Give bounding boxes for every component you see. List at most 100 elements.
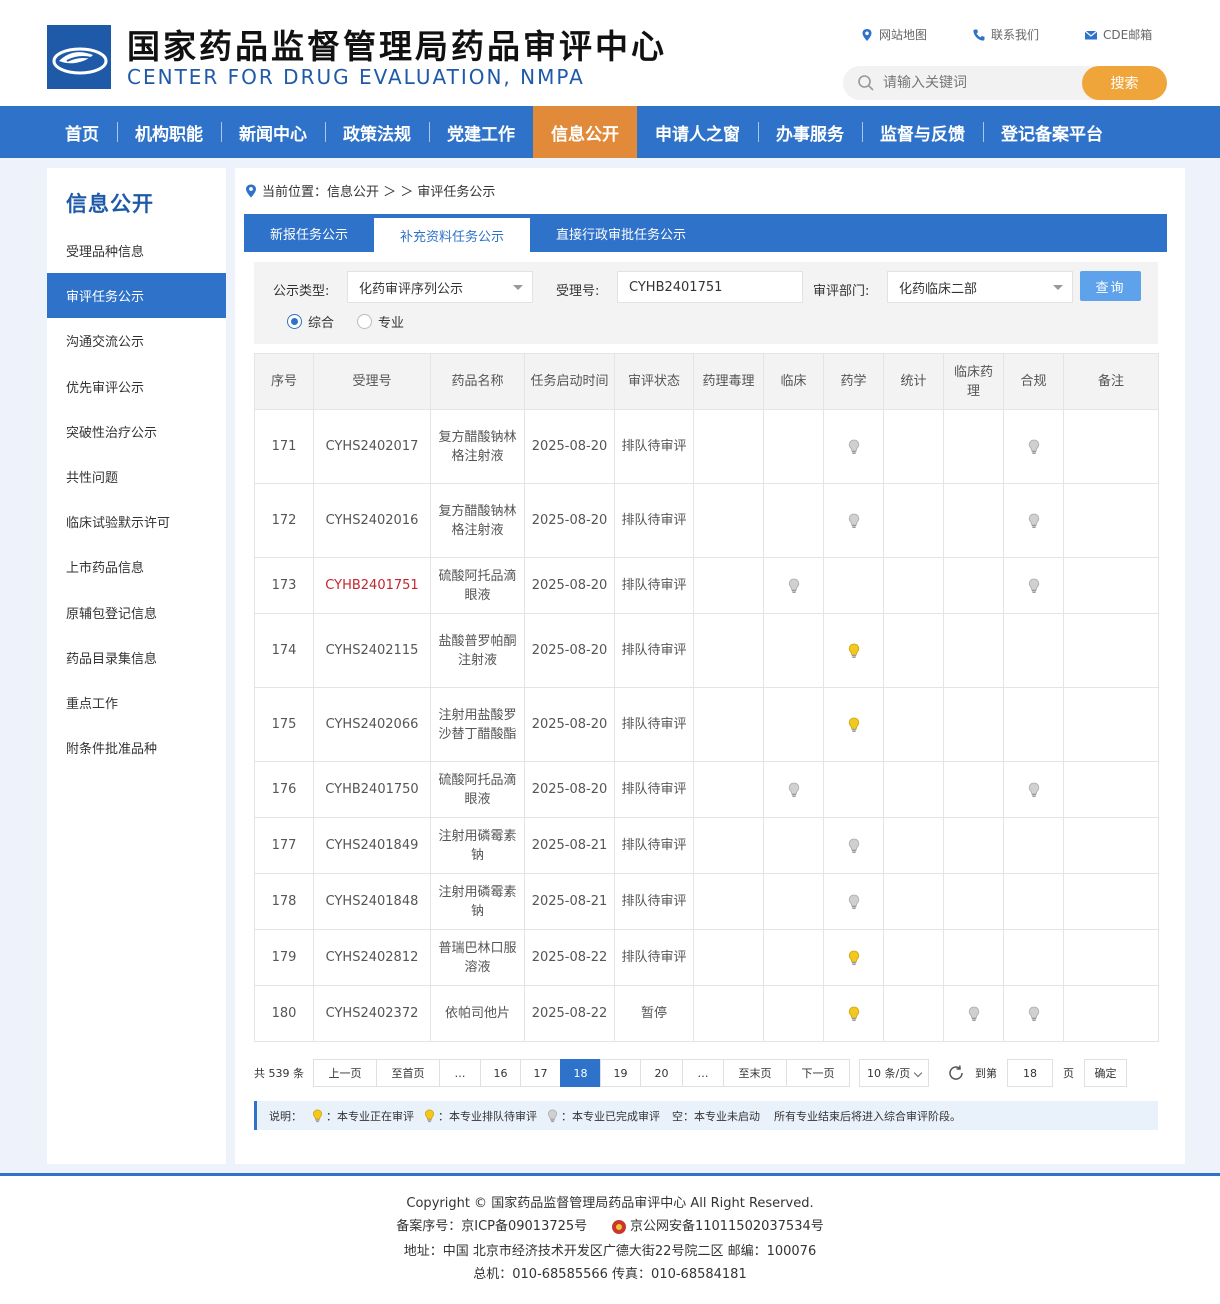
acceptance-input[interactable]: CYHB2401751	[617, 271, 803, 303]
refresh-icon[interactable]	[947, 1064, 965, 1082]
sidebar-item[interactable]: 临床试验默示许可	[47, 499, 226, 544]
drug-name: 硫酸阿托品滴眼液	[430, 557, 525, 614]
table-row[interactable]: 179 CYHS2402812 普瑞巴林口服溶液 2025-08-22 排队待审评	[254, 929, 1159, 986]
table-row[interactable]: 174 CYHS2402115 盐酸普罗帕酮注射液 2025-08-20 排队待审评	[254, 613, 1159, 688]
page-size-select[interactable]: 10 条/页	[859, 1059, 929, 1087]
table-row[interactable]: 175 CYHS2402066 注射用盐酸罗沙替丁醋酸酯 2025-08-20 排队待审…	[254, 687, 1159, 762]
cde-logo[interactable]	[47, 25, 111, 89]
prev-page-button[interactable]: 上一页	[313, 1059, 377, 1087]
next-page-button[interactable]: 下一页	[786, 1059, 850, 1087]
sidebar-item[interactable]: 突破性治疗公示	[47, 409, 226, 454]
specialty-cell-stats	[883, 613, 944, 688]
nav-item[interactable]: 新闻中心	[221, 106, 325, 158]
specialty-cell-stats	[883, 873, 944, 930]
acceptance-number[interactable]: CYHS2401849	[313, 817, 431, 874]
acceptance-number[interactable]: CYHS2401848	[313, 873, 431, 930]
sitemap-link[interactable]: 网站地图	[860, 26, 972, 43]
specialty-cell-clinical	[763, 613, 824, 688]
drug-name: 复方醋酸钠林格注射液	[430, 483, 525, 558]
column-header: 备注	[1063, 353, 1159, 410]
nav-item[interactable]: 信息公开	[533, 106, 637, 158]
table-row[interactable]: 176 CYHB2401750 硫酸阿托品滴眼液 2025-08-20 排队待审评	[254, 761, 1159, 818]
nav-item[interactable]: 办事服务	[758, 106, 862, 158]
sidebar-item[interactable]: 上市药品信息	[47, 544, 226, 589]
nav-item[interactable]: 机构职能	[117, 106, 221, 158]
police-link[interactable]: 京公网安备11011502037534号	[630, 1219, 824, 1234]
search-button[interactable]: 搜索	[1082, 66, 1167, 100]
specialty-cell-clin_pharm	[943, 817, 1004, 874]
acceptance-number[interactable]: CYHS2402066	[313, 687, 431, 762]
tab-item[interactable]: 新报任务公示	[244, 214, 374, 252]
page-unit-label: 页	[1063, 1067, 1074, 1080]
nav-item[interactable]: 监督与反馈	[862, 106, 983, 158]
acceptance-number[interactable]: CYHS2402115	[313, 613, 431, 688]
first-page-button[interactable]: 至首页	[376, 1059, 440, 1087]
bulb-done-icon	[547, 1109, 558, 1122]
pager-ellipsis[interactable]: …	[439, 1059, 481, 1087]
page-18-current[interactable]: 18	[560, 1059, 601, 1087]
sidebar-item[interactable]: 沟通交流公示	[47, 318, 226, 363]
drug-name: 硫酸阿托品滴眼液	[430, 761, 525, 818]
acceptance-number[interactable]: CYHS2402016	[313, 483, 431, 558]
sidebar-item[interactable]: 共性问题	[47, 454, 226, 499]
mail-icon	[1084, 30, 1098, 39]
acceptance-number[interactable]: CYHB2401750	[313, 761, 431, 818]
pagination: 共 539 条 上一页 至首页 … 16 17 18 19 20 … 至末页 下…	[254, 1058, 1158, 1088]
sidebar-item[interactable]: 附条件批准品种	[47, 725, 226, 770]
sidebar-item[interactable]: 受理品种信息	[47, 228, 226, 273]
sidebar-item[interactable]: 优先审评公示	[47, 364, 226, 409]
radio-comprehensive[interactable]: 综合	[287, 312, 334, 331]
page-19[interactable]: 19	[600, 1059, 641, 1087]
search-input[interactable]	[883, 73, 1073, 93]
legend-item: ：本专业正在审评	[326, 1109, 414, 1123]
acceptance-number[interactable]: CYHS2402017	[313, 409, 431, 484]
last-page-button[interactable]: 至末页	[723, 1059, 787, 1087]
goto-page-input[interactable]: 18	[1007, 1059, 1053, 1087]
type-select[interactable]: 化药审评序列公示	[347, 271, 533, 303]
table-row[interactable]: 180 CYHS2402372 依帕司他片 2025-08-22 暂停	[254, 985, 1159, 1042]
bulb-active-icon	[848, 1006, 859, 1021]
query-button[interactable]: 查询	[1080, 271, 1141, 301]
table-row[interactable]: 173 CYHB2401751 硫酸阿托品滴眼液 2025-08-20 排队待审评	[254, 557, 1159, 614]
icp-link[interactable]: 备案序号：京ICP备09013725号	[396, 1219, 587, 1234]
tab-item[interactable]: 直接行政审批任务公示	[530, 214, 712, 252]
table-row[interactable]: 172 CYHS2402016 复方醋酸钠林格注射液 2025-08-20 排队待审评	[254, 483, 1159, 558]
pager-ellipsis-2[interactable]: …	[682, 1059, 724, 1087]
nav-item[interactable]: 申请人之窗	[637, 106, 758, 158]
bulb-done-icon	[1028, 513, 1039, 528]
specialty-cell-clin_pharm	[943, 557, 1004, 614]
dept-select[interactable]: 化药临床二部	[887, 271, 1073, 303]
specialty-cell-compliance	[1003, 409, 1064, 484]
sidebar-item[interactable]: 原辅包登记信息	[47, 590, 226, 635]
acceptance-number[interactable]: CYHB2401751	[313, 557, 431, 614]
acceptance-number[interactable]: CYHS2402812	[313, 929, 431, 986]
review-status: 排队待审评	[614, 409, 694, 484]
page-20[interactable]: 20	[640, 1059, 683, 1087]
sidebar-item[interactable]: 药品目录集信息	[47, 635, 226, 680]
nav-item[interactable]: 党建工作	[429, 106, 533, 158]
email-link[interactable]: CDE邮箱	[1084, 26, 1196, 43]
radio-specialty[interactable]: 专业	[357, 312, 404, 331]
tab-item[interactable]: 补充资料任务公示	[374, 218, 531, 252]
site-footer: Copyright © 国家药品监督管理局药品审评中心 All Right Re…	[0, 1176, 1220, 1304]
page-17[interactable]: 17	[520, 1059, 561, 1087]
review-status: 排队待审评	[614, 817, 694, 874]
goto-confirm-button[interactable]: 确定	[1084, 1059, 1127, 1087]
specialty-cell-clin_pharm	[943, 687, 1004, 762]
contact-link[interactable]: 联系我们	[972, 26, 1084, 43]
table-row[interactable]: 178 CYHS2401848 注射用磷霉素钠 2025-08-21 排队待审评	[254, 873, 1159, 930]
column-header: 药品名称	[430, 353, 525, 410]
table-row[interactable]: 171 CYHS2402017 复方醋酸钠林格注射液 2025-08-20 排队待审评	[254, 409, 1159, 484]
sidebar-item[interactable]: 重点工作	[47, 680, 226, 725]
start-date: 2025-08-20	[524, 409, 615, 484]
nav-item[interactable]: 首页	[47, 106, 117, 158]
breadcrumb-text[interactable]: 当前位置：信息公开 ＞ ＞ 审评任务公示	[262, 181, 495, 200]
specialty-cell-clin_pharm	[943, 409, 1004, 484]
nav-item[interactable]: 登记备案平台	[983, 106, 1121, 158]
page-16[interactable]: 16	[480, 1059, 521, 1087]
review-status: 暂停	[614, 985, 694, 1042]
sidebar-item[interactable]: 审评任务公示	[47, 273, 226, 319]
nav-item[interactable]: 政策法规	[325, 106, 429, 158]
table-row[interactable]: 177 CYHS2401849 注射用磷霉素钠 2025-08-21 排队待审评	[254, 817, 1159, 874]
acceptance-number[interactable]: CYHS2402372	[313, 985, 431, 1042]
